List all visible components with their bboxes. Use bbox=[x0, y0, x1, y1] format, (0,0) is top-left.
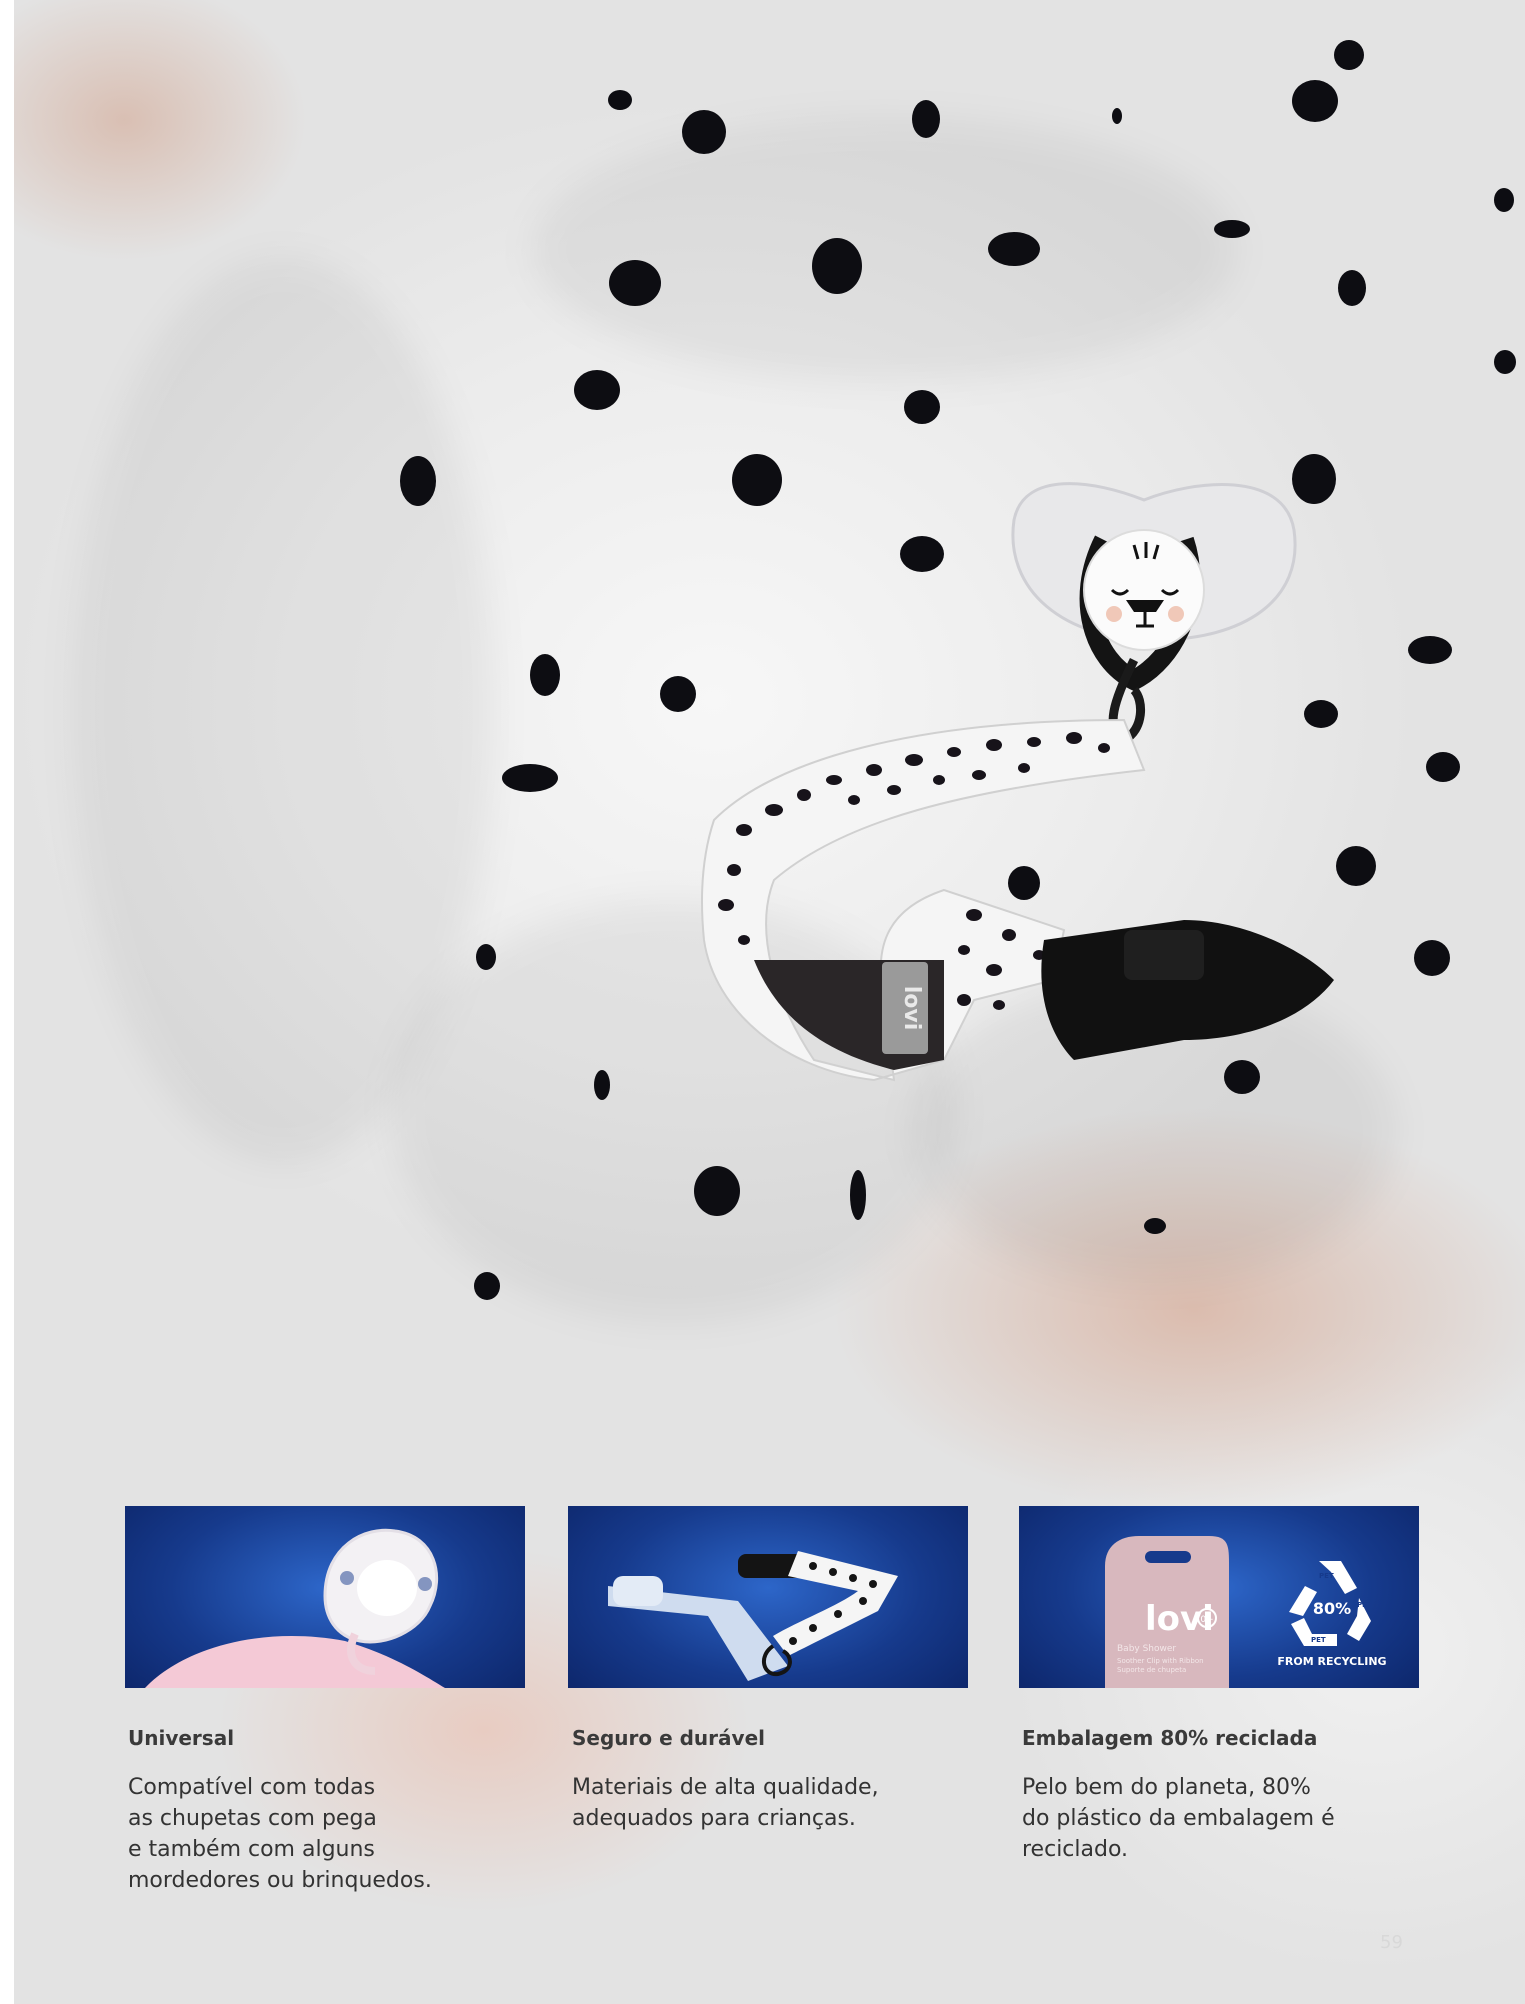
package-subtitle-1: Soother Clip with Ribbon bbox=[1117, 1657, 1204, 1665]
feature-title-recycled: Embalagem 80% reciclada bbox=[1022, 1726, 1318, 1750]
feature-card-universal bbox=[125, 1506, 525, 1688]
package-subtitle-2: Suporte de chupeta bbox=[1117, 1666, 1186, 1674]
pacifier-face bbox=[1083, 529, 1205, 651]
product-photo: lovi bbox=[14, 0, 1525, 2004]
recycling-percent: 80% bbox=[1313, 1599, 1351, 1618]
package-age: 0+ bbox=[1200, 1615, 1213, 1625]
packaging-image: lovi 0+ Baby Shower Soother Clip with Ri… bbox=[1105, 1536, 1387, 1688]
feature-title-universal: Universal bbox=[128, 1726, 235, 1750]
soother-clips-image bbox=[608, 1551, 898, 1681]
feature-card-recycled: lovi 0+ Baby Shower Soother Clip with Ri… bbox=[1019, 1506, 1419, 1688]
feature-card-safe bbox=[568, 1506, 968, 1688]
strap-tag-text: lovi bbox=[899, 986, 924, 1031]
feature-desc-recycled: Pelo bem do planeta, 80% do plástico da … bbox=[1022, 1775, 1335, 1862]
feature-title-safe: Seguro e durável bbox=[572, 1726, 765, 1750]
pet-label: PET bbox=[1357, 1601, 1372, 1609]
polka-dot bbox=[1144, 1218, 1166, 1234]
feature-desc-universal: Compatível com todas as chupetas com peg… bbox=[128, 1775, 432, 1893]
package-product: Baby Shower bbox=[1117, 1644, 1176, 1654]
recycling-caption: FROM RECYCLING bbox=[1277, 1655, 1386, 1668]
pacifier-clip-illustration: lovi bbox=[701, 482, 1334, 1082]
page-number: 59 bbox=[1380, 1932, 1403, 1953]
pet-label: PET bbox=[1319, 1572, 1334, 1580]
polka-dot bbox=[474, 1272, 500, 1300]
pacifier-image bbox=[145, 1528, 445, 1688]
pet-label: PET bbox=[1311, 1636, 1326, 1644]
feature-desc-safe: Materiais de alta qualidade, adequados p… bbox=[572, 1775, 879, 1831]
